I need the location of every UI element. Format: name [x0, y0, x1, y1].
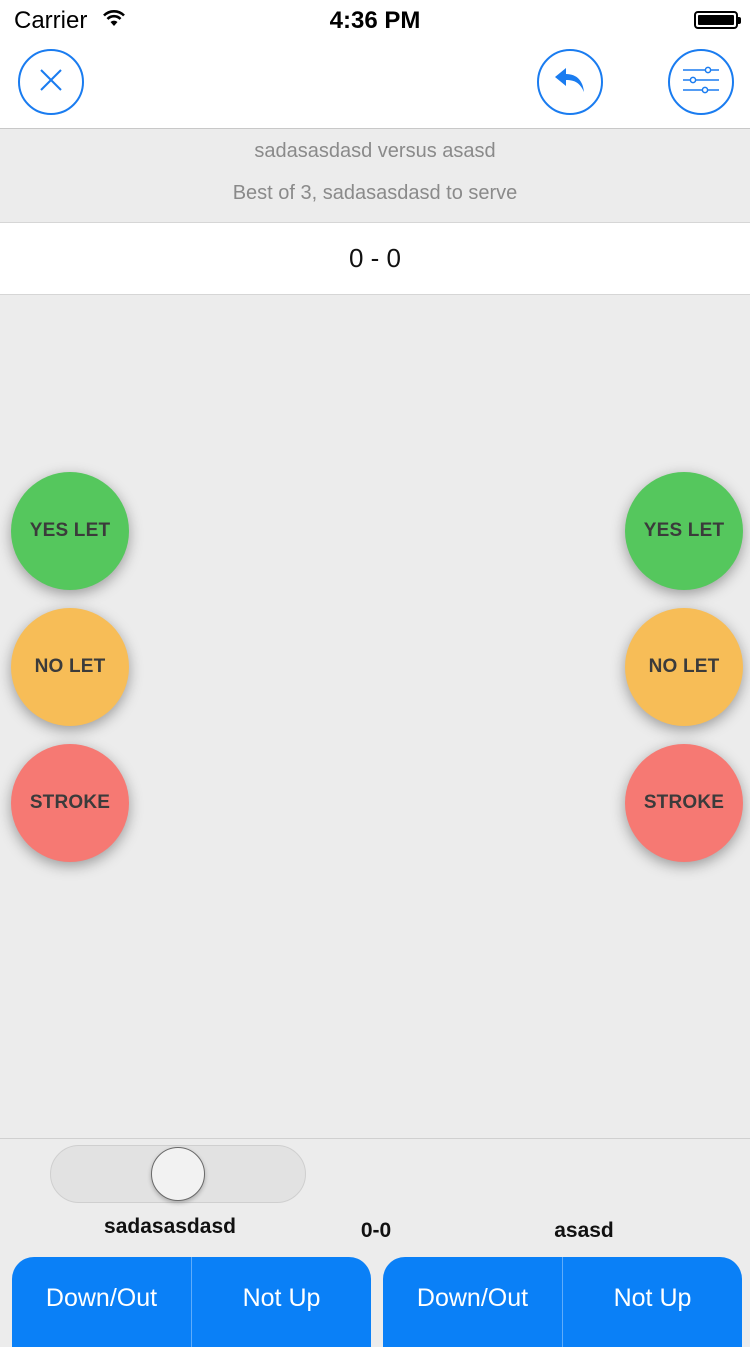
game-score: 0-0 — [360, 1219, 392, 1242]
right-no-let-button[interactable]: NO LET — [625, 608, 743, 726]
games-score-bar: 0 - 0 — [0, 223, 750, 295]
left-no-let-button[interactable]: NO LET — [11, 608, 129, 726]
toggle-knob[interactable] — [151, 1147, 205, 1201]
divider — [0, 1138, 750, 1139]
left-player-name: sadasasdasd — [104, 1215, 236, 1238]
close-icon — [38, 67, 64, 98]
games-score: 0 - 0 — [348, 243, 402, 273]
match-title: sadasasdasd versus asasd — [254, 140, 496, 162]
nav-bar — [0, 40, 750, 129]
close-button[interactable] — [18, 49, 84, 115]
match-subtitle: Best of 3, sadasasdasd to serve — [232, 182, 518, 204]
battery-icon — [694, 11, 741, 29]
left-yes-let-button[interactable]: YES LET — [11, 472, 129, 590]
sliders-icon — [681, 65, 721, 100]
right-player-name: asasd — [554, 1219, 614, 1242]
left-stroke-button[interactable]: STROKE — [11, 744, 129, 862]
clock: 4:36 PM — [329, 7, 421, 34]
undo-button[interactable] — [537, 49, 603, 115]
match-info: sadasasdasd versus asasd Best of 3, sada… — [0, 129, 750, 223]
right-yes-let-button[interactable]: YES LET — [625, 472, 743, 590]
right-stroke-button[interactable]: STROKE — [625, 744, 743, 862]
status-bar: Carrier 4:36 PM — [0, 0, 750, 40]
settings-button[interactable] — [668, 49, 734, 115]
serve-side-toggle[interactable] — [50, 1145, 306, 1203]
undo-icon — [553, 66, 587, 99]
